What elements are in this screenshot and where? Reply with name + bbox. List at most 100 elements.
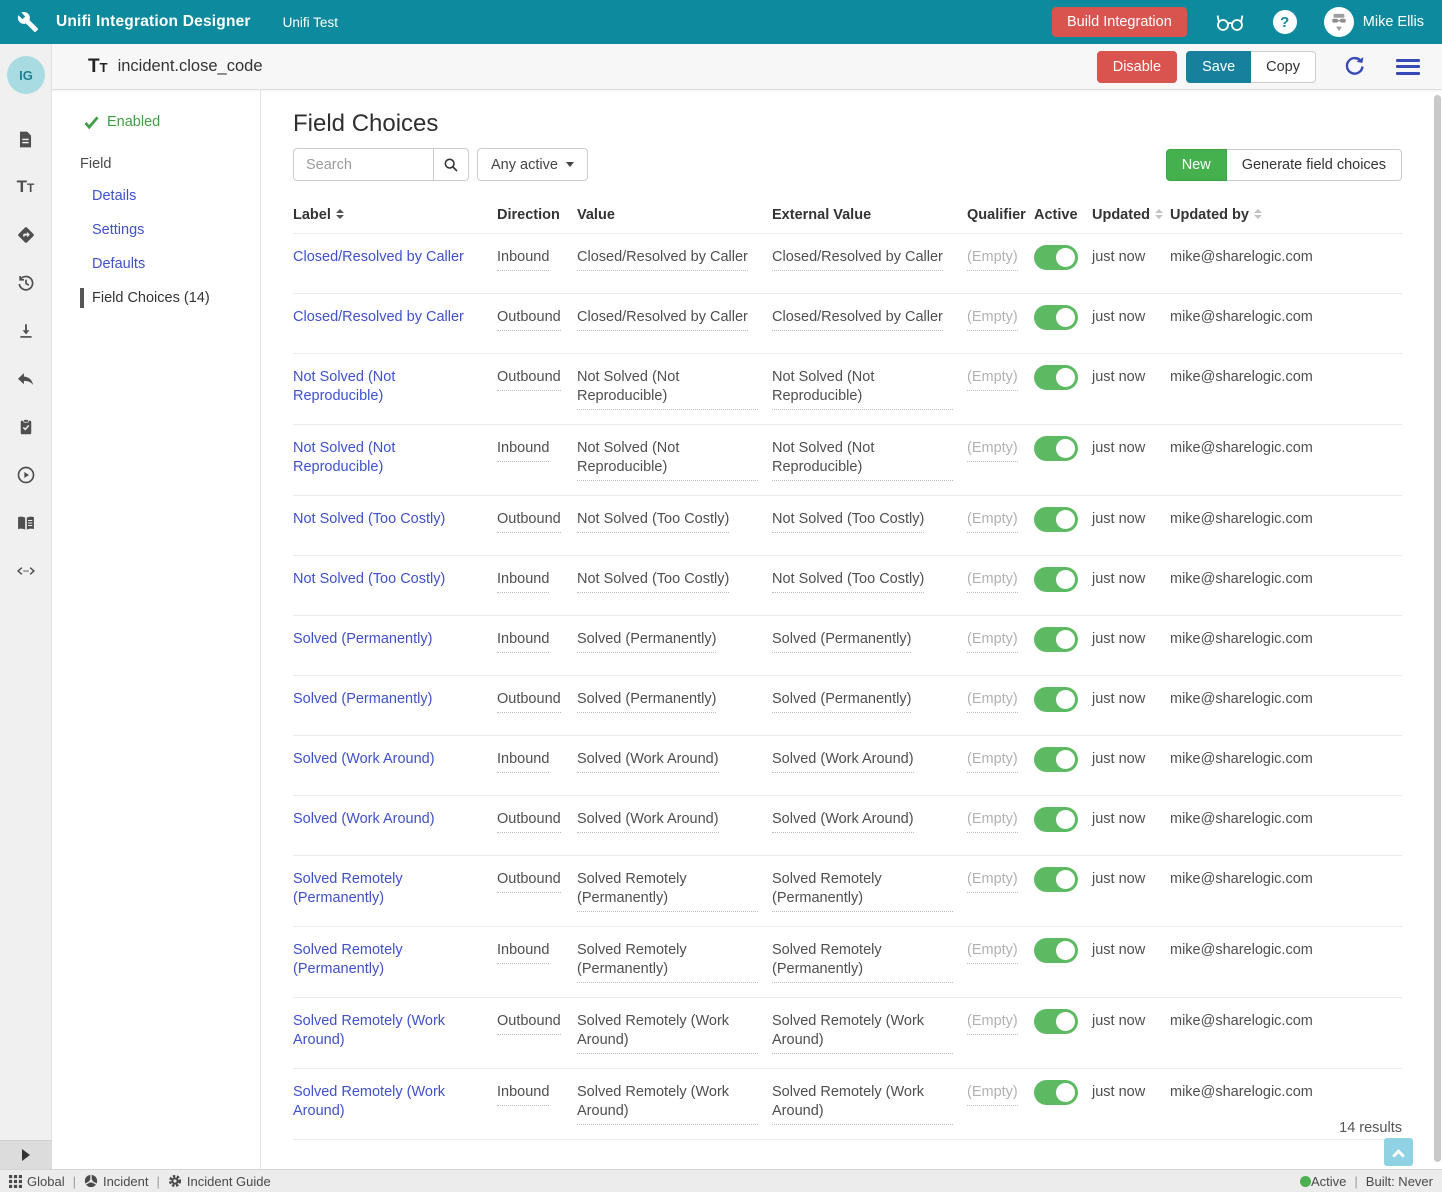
active-toggle[interactable] [1034,245,1078,270]
tasks-icon[interactable] [0,403,51,451]
qualifier-cell[interactable]: (Empty) [967,1012,1018,1035]
sidebar-item-field-choices[interactable]: Field Choices (14) [80,288,260,308]
external-value-cell[interactable]: Solved Remotely (Permanently) [772,941,953,983]
external-value-cell[interactable]: Not Solved (Too Costly) [772,570,924,593]
active-toggle[interactable] [1034,567,1078,592]
new-button[interactable]: New [1166,149,1227,181]
external-value-cell[interactable]: Closed/Resolved by Caller [772,308,943,331]
qualifier-cell[interactable]: (Empty) [967,248,1018,271]
value-cell[interactable]: Closed/Resolved by Caller [577,248,748,271]
qualifier-cell[interactable]: (Empty) [967,570,1018,593]
search-input[interactable] [293,148,433,181]
external-value-cell[interactable]: Not Solved (Not Reproducible) [772,368,953,410]
direction-cell[interactable]: Outbound [497,1012,561,1035]
value-cell[interactable]: Solved (Permanently) [577,690,716,713]
sidebar-item-details[interactable]: Details [92,186,260,206]
active-toggle[interactable] [1034,687,1078,712]
external-value-cell[interactable]: Solved Remotely (Work Around) [772,1012,953,1054]
active-toggle[interactable] [1034,867,1078,892]
value-cell[interactable]: Solved Remotely (Work Around) [577,1083,758,1125]
qualifier-cell[interactable]: (Empty) [967,308,1018,331]
external-value-cell[interactable]: Solved (Work Around) [772,810,914,833]
direction-cell[interactable]: Inbound [497,570,549,593]
column-header-active[interactable]: Active [1034,207,1092,223]
active-toggle[interactable] [1034,365,1078,390]
value-cell[interactable]: Not Solved (Too Costly) [577,510,729,533]
active-toggle[interactable] [1034,747,1078,772]
column-header-direction[interactable]: Direction [497,207,577,223]
history-icon[interactable] [0,259,51,307]
field-choice-link[interactable]: Not Solved (Not Reproducible) [293,440,395,475]
qualifier-cell[interactable]: (Empty) [967,368,1018,391]
qualifier-cell[interactable]: (Empty) [967,439,1018,462]
direction-cell[interactable]: Outbound [497,308,561,331]
field-choice-link[interactable]: Solved Remotely (Permanently) [293,871,403,906]
external-value-cell[interactable]: Closed/Resolved by Caller [772,248,943,271]
value-cell[interactable]: Solved Remotely (Permanently) [577,870,758,912]
value-cell[interactable]: Closed/Resolved by Caller [577,308,748,331]
status-bar-incident[interactable]: Incident [84,1174,149,1189]
value-cell[interactable]: Solved (Permanently) [577,630,716,653]
value-cell[interactable]: Solved Remotely (Permanently) [577,941,758,983]
direction-cell[interactable]: Inbound [497,439,549,462]
direction-cell[interactable]: Inbound [497,941,549,964]
field-text-icon[interactable]: TT [0,163,51,211]
qualifier-cell[interactable]: (Empty) [967,510,1018,533]
active-toggle[interactable] [1034,938,1078,963]
play-icon[interactable] [0,451,51,499]
field-choice-link[interactable]: Solved Remotely (Permanently) [293,942,403,977]
value-cell[interactable]: Not Solved (Not Reproducible) [577,439,758,481]
reply-icon[interactable] [0,355,51,403]
external-value-cell[interactable]: Not Solved (Not Reproducible) [772,439,953,481]
workspace-name[interactable]: Unifi Test [283,15,338,30]
download-icon[interactable] [0,307,51,355]
user-avatar[interactable] [1324,7,1354,37]
active-filter-dropdown[interactable]: Any active [477,148,588,181]
direction-cell[interactable]: Inbound [497,750,549,773]
field-choice-link[interactable]: Not Solved (Not Reproducible) [293,369,395,404]
qualifier-cell[interactable]: (Empty) [967,810,1018,833]
generate-field-choices-button[interactable]: Generate field choices [1227,149,1402,181]
direction-cell[interactable]: Outbound [497,368,561,391]
qualifier-cell[interactable]: (Empty) [967,1083,1018,1106]
qualifier-cell[interactable]: (Empty) [967,750,1018,773]
field-choice-link[interactable]: Solved (Permanently) [293,631,432,647]
column-header-label[interactable]: Label [293,207,497,223]
external-value-cell[interactable]: Solved (Permanently) [772,630,911,653]
knowledge-icon[interactable] [0,499,51,547]
direction-cell[interactable]: Outbound [497,810,561,833]
active-toggle[interactable] [1034,436,1078,461]
column-header-value[interactable]: Value [577,207,772,223]
scroll-to-top-button[interactable] [1384,1138,1413,1166]
active-toggle[interactable] [1034,507,1078,532]
field-choice-link[interactable]: Not Solved (Too Costly) [293,571,445,587]
active-toggle[interactable] [1034,1009,1078,1034]
copy-button[interactable]: Copy [1251,51,1316,83]
help-icon[interactable]: ? [1273,10,1297,34]
active-toggle[interactable] [1034,807,1078,832]
direction-cell[interactable]: Outbound [497,510,561,533]
search-button[interactable] [433,148,469,181]
column-header-qualifier[interactable]: Qualifier [967,207,1034,223]
sidebar-item-settings[interactable]: Settings [92,220,260,240]
save-button[interactable]: Save [1186,51,1251,83]
direction-cell[interactable]: Outbound [497,690,561,713]
disable-button[interactable]: Disable [1097,51,1177,83]
field-choice-link[interactable]: Solved (Work Around) [293,751,435,767]
refresh-icon[interactable] [1343,55,1366,78]
navigation-icon[interactable] [0,211,51,259]
field-choice-link[interactable]: Closed/Resolved by Caller [293,249,464,265]
sidebar-item-defaults[interactable]: Defaults [92,254,260,274]
field-choice-link[interactable]: Solved Remotely (Work Around) [293,1013,445,1048]
direction-cell[interactable]: Inbound [497,630,549,653]
column-header-updated-by[interactable]: Updated by [1170,207,1402,223]
direction-cell[interactable]: Outbound [497,870,561,893]
value-cell[interactable]: Solved (Work Around) [577,750,719,773]
value-cell[interactable]: Not Solved (Too Costly) [577,570,729,593]
external-value-cell[interactable]: Solved (Permanently) [772,690,911,713]
field-choice-link[interactable]: Solved (Permanently) [293,691,432,707]
column-header-external-value[interactable]: External Value [772,207,967,223]
value-cell[interactable]: Solved Remotely (Work Around) [577,1012,758,1054]
external-value-cell[interactable]: Not Solved (Too Costly) [772,510,924,533]
field-choice-link[interactable]: Solved Remotely (Work Around) [293,1084,445,1119]
